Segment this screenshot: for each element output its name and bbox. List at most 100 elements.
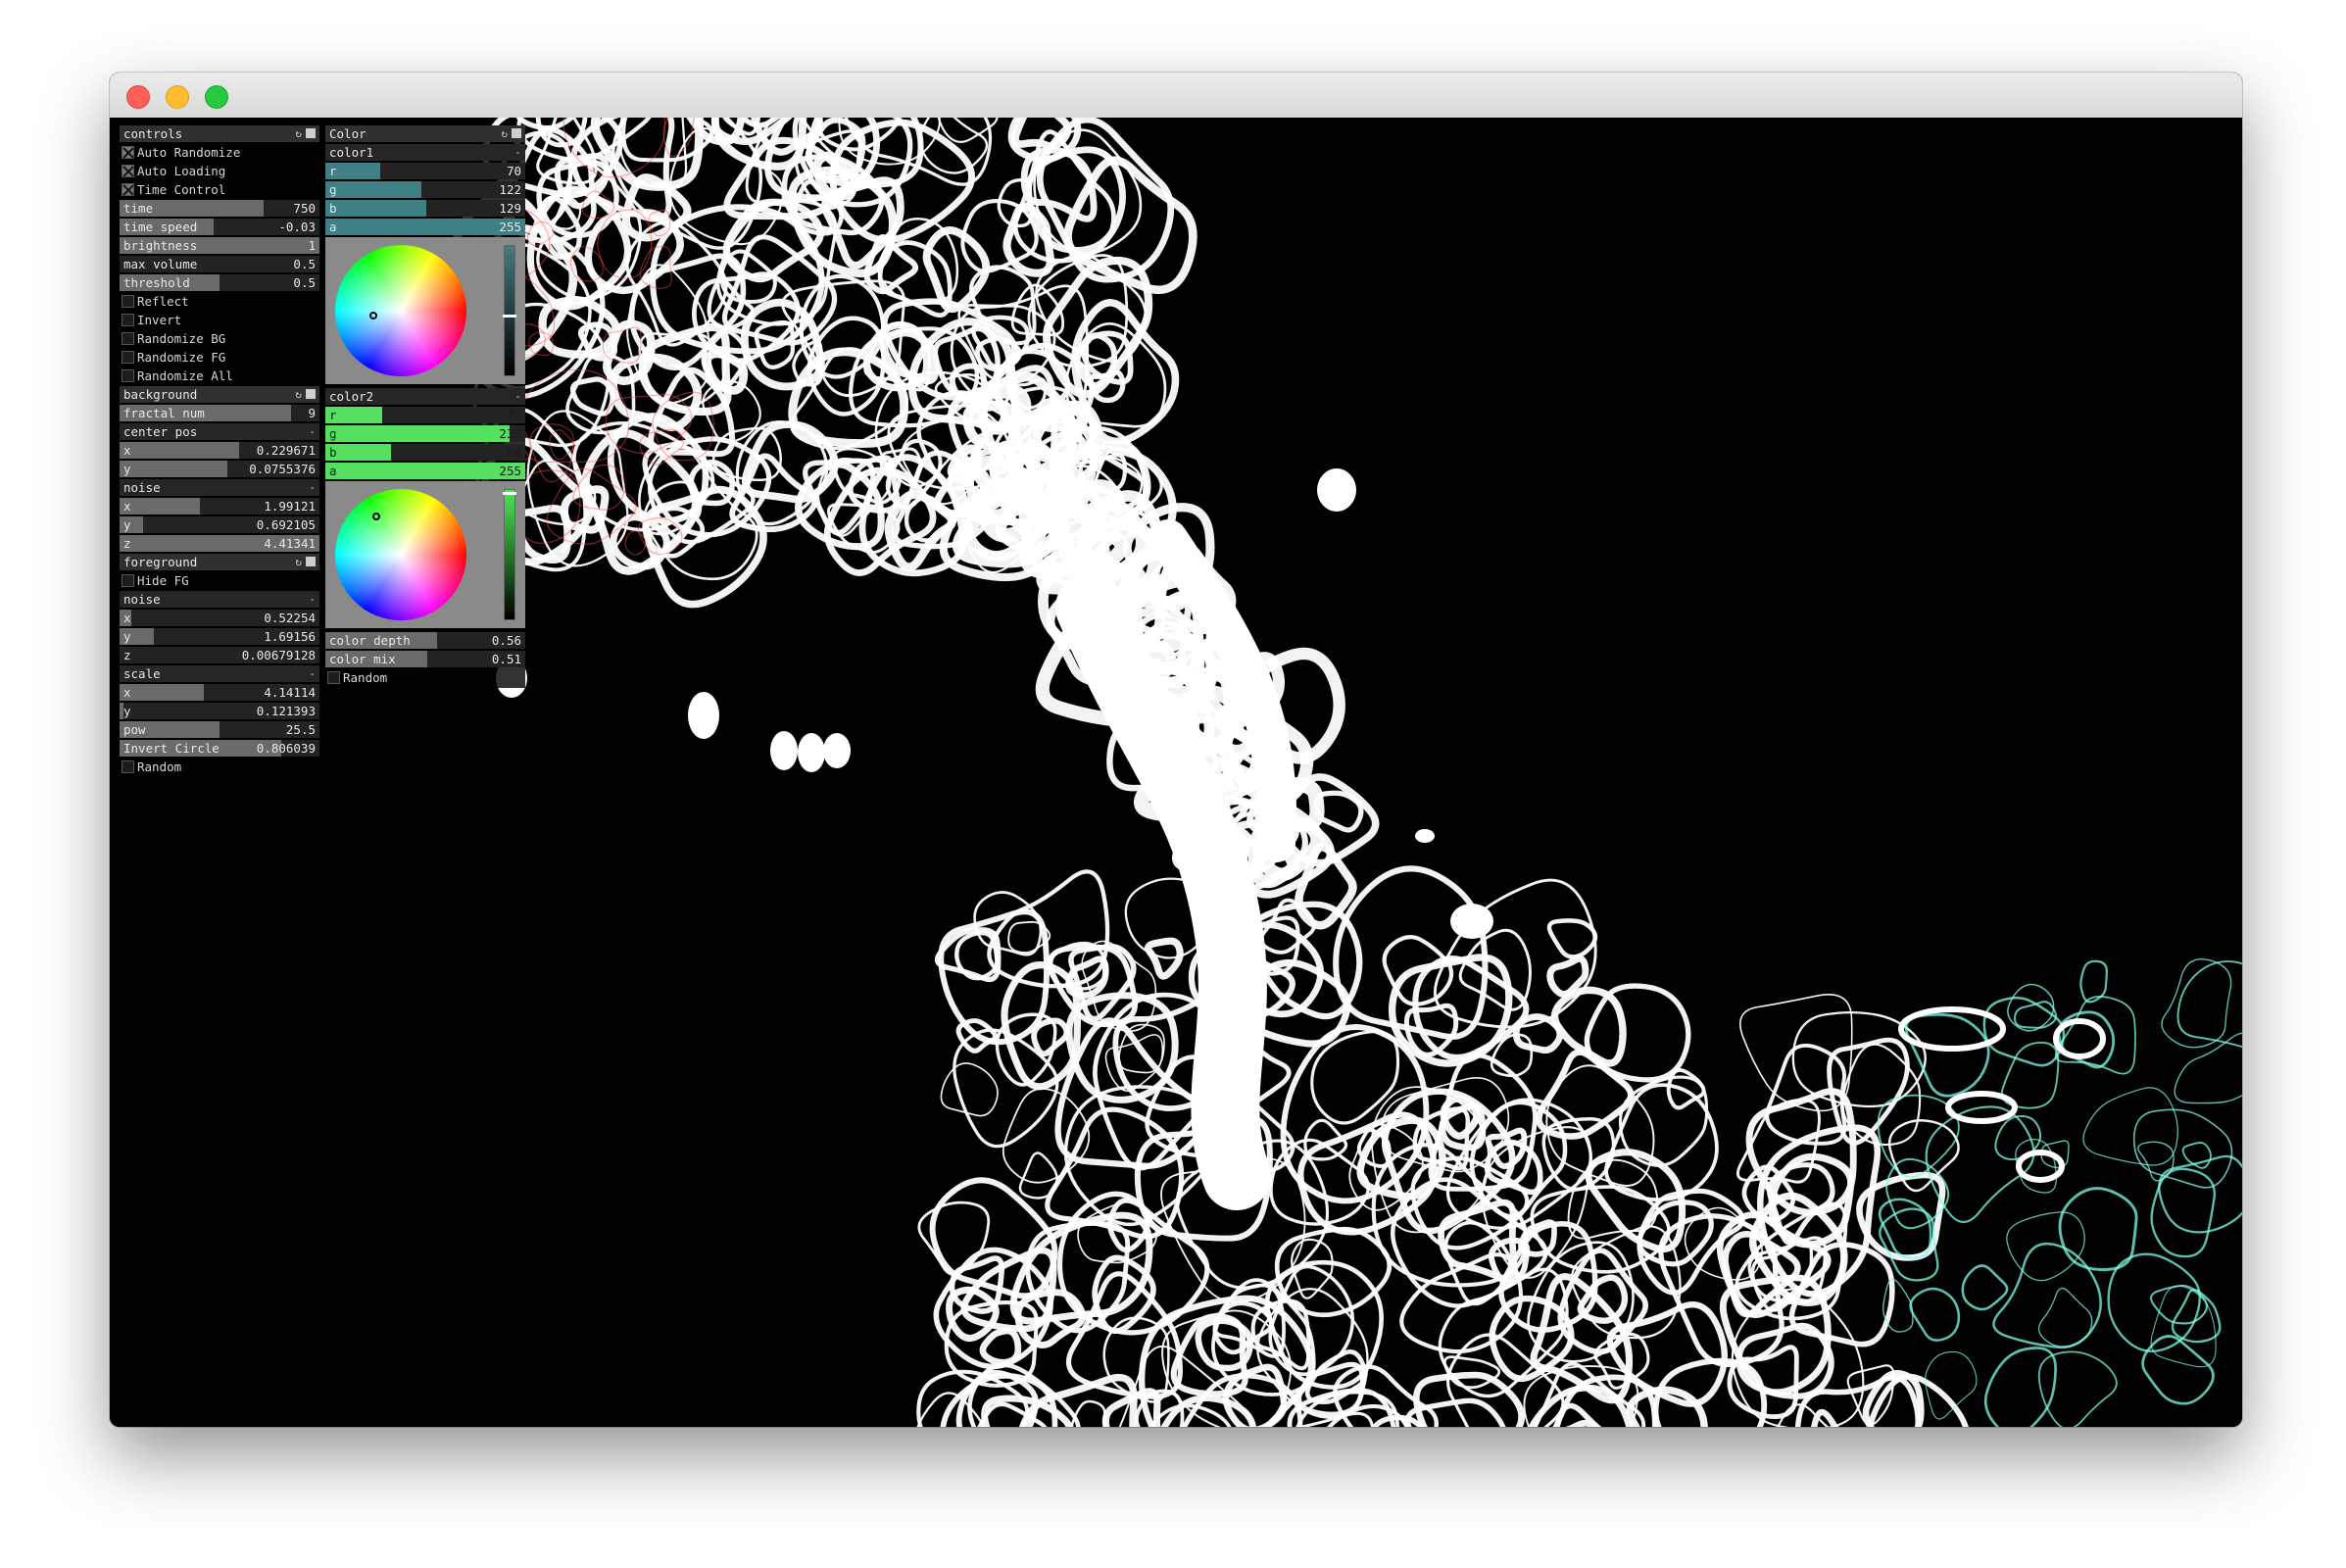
slider-color-mix[interactable]: color mix 0.51 — [325, 651, 525, 667]
slider-value: 0.121393 — [256, 704, 316, 718]
slider-color2-a[interactable]: a 255 — [325, 463, 525, 479]
center-pos-header[interactable]: center pos - — [120, 423, 319, 440]
toggle-auto-randomize[interactable]: Auto Randomize — [120, 144, 319, 161]
save-icon[interactable] — [512, 128, 521, 138]
toggle-randomize-fg[interactable]: Randomize FG — [120, 349, 319, 366]
panel-controls[interactable]: ↻ — [501, 125, 521, 142]
toggle-randomize-all[interactable]: Randomize All — [120, 368, 319, 384]
collapse-toggle[interactable]: - — [309, 423, 316, 440]
color1-picker[interactable] — [325, 237, 525, 384]
minimize-button[interactable] — [166, 85, 189, 109]
panel-controls[interactable]: ↻ — [295, 554, 316, 570]
checkbox-icon[interactable] — [122, 314, 134, 326]
color-header[interactable]: Color ↻ — [325, 125, 525, 142]
close-button[interactable] — [126, 85, 150, 109]
save-icon[interactable] — [306, 128, 316, 138]
collapse-toggle[interactable]: - — [514, 144, 521, 161]
toggle-auto-loading[interactable]: Auto Loading — [120, 163, 319, 179]
slider-color1-a[interactable]: a 255 — [325, 219, 525, 235]
color2-header[interactable]: color2 - — [325, 388, 525, 405]
checkbox-icon[interactable] — [122, 369, 134, 382]
slider-color-depth[interactable]: color depth 0.56 — [325, 632, 525, 649]
slider-color1-r[interactable]: r 70 — [325, 163, 525, 179]
checkbox-icon[interactable] — [122, 183, 134, 196]
collapse-toggle[interactable]: - — [514, 388, 521, 405]
slider-color1-g[interactable]: g 122 — [325, 181, 525, 198]
fractal-droplet — [770, 731, 798, 770]
color-picker-handle[interactable] — [372, 513, 380, 520]
save-icon[interactable] — [306, 557, 316, 566]
checkbox-icon[interactable] — [122, 332, 134, 345]
color-wheel[interactable] — [335, 245, 466, 376]
foreground-header[interactable]: foreground ↻ — [120, 554, 319, 570]
alpha-bar[interactable] — [503, 245, 516, 376]
background-header[interactable]: background ↻ — [120, 386, 319, 403]
bg-noise-header[interactable]: noise - — [120, 479, 319, 496]
slider-fill — [325, 463, 525, 479]
toggle-invert[interactable]: Invert — [120, 312, 319, 328]
checkbox-icon[interactable] — [327, 671, 340, 684]
panel-controls[interactable]: ↻ — [295, 125, 316, 142]
fg-noise-header[interactable]: noise - — [120, 591, 319, 608]
slider-bg-noise-x[interactable]: x 1.99121 — [120, 498, 319, 514]
alpha-bar[interactable] — [503, 489, 516, 620]
color2-picker[interactable] — [325, 481, 525, 628]
slider-time-speed[interactable]: time speed -0.03 — [120, 219, 319, 235]
slider-center-pos-x[interactable]: x 0.229671 — [120, 442, 319, 459]
color-wheel[interactable] — [335, 489, 466, 620]
toggle-label: Randomize BG — [137, 331, 226, 346]
collapse-toggle[interactable]: - — [309, 591, 316, 608]
slider-threshold[interactable]: threshold 0.5 — [120, 274, 319, 291]
toggle-reflect[interactable]: Reflect — [120, 293, 319, 310]
slider-time[interactable]: time 750 — [120, 200, 319, 217]
slider-bg-noise-z[interactable]: z 4.41341 — [120, 535, 319, 552]
slider-color2-b[interactable]: b 84 — [325, 444, 525, 461]
fractal-canvas[interactable]: controls ↻ Auto Randomize Auto Loading Tim… — [110, 118, 2242, 1427]
color1-header[interactable]: color1 - — [325, 144, 525, 161]
toggle-random-color[interactable]: Random — [325, 669, 525, 686]
slider-fg-noise-x[interactable]: x 0.52254 — [120, 610, 319, 626]
toggle-time-control[interactable]: Time Control — [120, 181, 319, 198]
slider-fg-noise-y[interactable]: y 1.69156 — [120, 628, 319, 645]
slider-fg-noise-z[interactable]: z 0.00679128 — [120, 647, 319, 663]
slider-color2-g[interactable]: g 235 — [325, 425, 525, 442]
slider-invert-circle[interactable]: Invert Circle 0.806039 — [120, 740, 319, 757]
slider-scale-x[interactable]: x 4.14114 — [120, 684, 319, 701]
slider-label: color mix — [329, 652, 396, 666]
slider-bg-noise-y[interactable]: y 0.692105 — [120, 516, 319, 533]
slider-color1-b[interactable]: b 129 — [325, 200, 525, 217]
color-picker-handle[interactable] — [369, 312, 377, 319]
checkbox-icon[interactable] — [122, 146, 134, 159]
slider-label: z — [123, 536, 131, 551]
slider-label: y — [123, 462, 131, 476]
checkbox-icon[interactable] — [122, 760, 134, 773]
fractal-loop — [1310, 1030, 1400, 1125]
slider-center-pos-y[interactable]: y 0.0755376 — [120, 461, 319, 477]
slider-scale-y[interactable]: y 0.121393 — [120, 703, 319, 719]
panel-controls[interactable]: ↻ — [295, 386, 316, 403]
controls-header[interactable]: controls ↻ — [120, 125, 319, 142]
checkbox-icon[interactable] — [122, 295, 134, 308]
slider-pow[interactable]: pow 25.5 — [120, 721, 319, 738]
slider-fractal-num[interactable]: fractal num 9 — [120, 405, 319, 421]
checkbox-icon[interactable] — [122, 165, 134, 177]
collapse-toggle[interactable]: - — [309, 665, 316, 682]
checkbox-icon[interactable] — [122, 351, 134, 364]
toggle-label: Hide FG — [137, 573, 189, 588]
save-icon[interactable] — [306, 389, 316, 399]
alpha-handle[interactable] — [503, 492, 516, 495]
toggle-random-fg[interactable]: Random — [120, 759, 319, 775]
toggle-randomize-bg[interactable]: Randomize BG — [120, 330, 319, 347]
toggle-hide-fg[interactable]: Hide FG — [120, 572, 319, 589]
alpha-handle[interactable] — [503, 315, 516, 318]
title-bar[interactable] — [110, 73, 2242, 119]
checkbox-icon[interactable] — [122, 574, 134, 587]
color-panel: Color ↻ color1 - r 70 g 122 b 129 a 255 color2 … — [325, 125, 525, 688]
slider-label: time — [123, 201, 154, 216]
slider-max-volume[interactable]: max volume 0.5 — [120, 256, 319, 272]
collapse-toggle[interactable]: - — [309, 479, 316, 496]
scale-header[interactable]: scale - — [120, 665, 319, 682]
slider-color2-r[interactable]: r 72 — [325, 407, 525, 423]
maximize-button[interactable] — [205, 85, 228, 109]
slider-brightness[interactable]: brightness 1 — [120, 237, 319, 254]
